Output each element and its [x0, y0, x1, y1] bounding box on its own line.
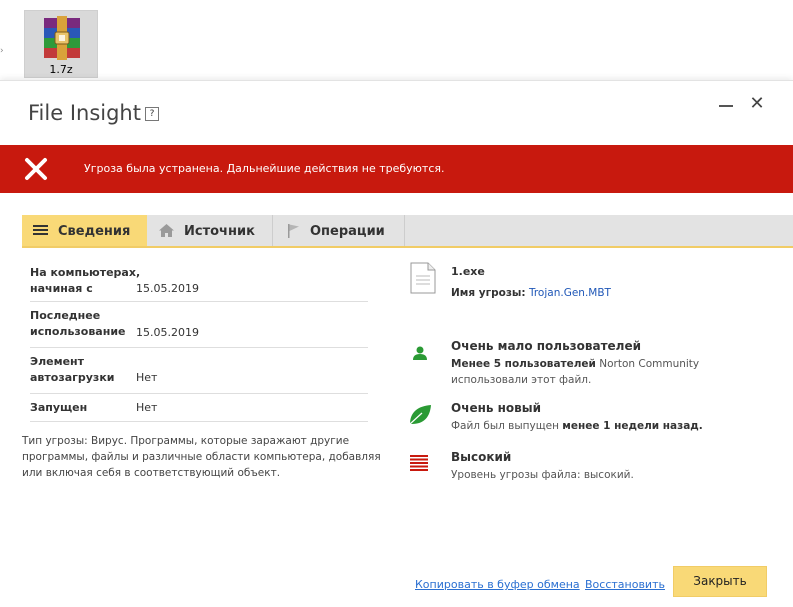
tab-details[interactable]: Сведения	[22, 215, 147, 246]
detail-row-launched: Запущен Нет	[30, 394, 368, 422]
tab-details-label: Сведения	[58, 224, 131, 239]
alert-message: Угроза была устранена. Дальнейшие действ…	[84, 162, 445, 175]
users-text: Менее 5 пользователей Norton Community и…	[451, 356, 699, 388]
detail-row-first-seen: На компьютерах, начиная с 15.05.2019	[30, 261, 368, 302]
detail-label: Запущен	[30, 401, 88, 414]
detail-label: Последнее использование	[30, 308, 126, 340]
threat-alert-banner: Угроза была устранена. Дальнейшие действ…	[0, 145, 793, 193]
detail-value: 15.05.2019	[136, 326, 199, 339]
desktop-area: › 1.7z	[0, 0, 793, 82]
document-icon	[410, 262, 436, 294]
users-suffix: использовали этот файл.	[451, 374, 592, 386]
dialog-title: File Insight	[28, 101, 141, 125]
chevron-right-icon: ›	[0, 46, 4, 56]
detail-label-line: автозагрузки	[30, 371, 115, 384]
tab-operations-label: Операции	[310, 224, 385, 239]
close-window-button[interactable]: ✕	[748, 95, 766, 113]
tab-source[interactable]: Источник	[147, 215, 272, 246]
file-name: 1.exe	[451, 265, 485, 278]
age-text: Файл был выпущен менее 1 недели назад.	[451, 418, 703, 434]
detail-label-line: На компьютерах,	[30, 266, 141, 279]
detail-value: Нет	[136, 401, 158, 414]
tab-bar: Сведения Источник Операции	[22, 215, 793, 248]
home-icon	[159, 224, 174, 237]
leaf-icon	[409, 405, 431, 425]
threat-name-link[interactable]: Trojan.Gen.MBT	[529, 287, 611, 299]
age-prefix: Файл был выпущен	[451, 420, 563, 432]
detail-label-line: начиная с	[30, 282, 93, 295]
detail-label: Элемент автозагрузки	[30, 354, 115, 386]
close-button[interactable]: Закрыть	[673, 566, 767, 597]
detail-label-line: Элемент	[30, 355, 85, 368]
detail-label-line: Последнее	[30, 309, 101, 322]
tab-separator	[404, 215, 405, 246]
detail-label: На компьютерах, начиная с	[30, 265, 140, 297]
detail-row-startup: Элемент автозагрузки Нет	[30, 348, 368, 394]
desktop-file-archive[interactable]: 1.7z	[24, 10, 98, 78]
users-community: Norton Community	[595, 358, 700, 370]
flag-icon	[288, 224, 299, 238]
threat-name-label: Имя угрозы:	[451, 287, 526, 299]
file-insight-dialog: File Insight ? ✕ Угроза была устранена. …	[0, 80, 793, 607]
list-icon	[33, 225, 48, 235]
users-title: Очень мало пользователей	[451, 339, 642, 353]
detail-label-line: использование	[30, 325, 126, 338]
risk-bars-icon	[410, 455, 428, 471]
close-x-icon	[25, 158, 47, 180]
threat-name-line: Имя угрозы: Trojan.Gen.MBT	[451, 285, 611, 301]
threat-description: Тип угрозы: Вирус. Программы, которые за…	[22, 435, 381, 479]
detail-row-last-used: Последнее использование 15.05.2019	[30, 302, 368, 348]
age-title: Очень новый	[451, 401, 542, 415]
winrar-archive-icon	[44, 16, 80, 60]
risk-text: Уровень угрозы файла: высокий.	[451, 469, 634, 481]
detail-value: Нет	[136, 371, 158, 384]
tab-operations[interactable]: Операции	[273, 215, 404, 246]
minimize-button[interactable]	[717, 96, 735, 114]
desktop-file-label: 1.7z	[49, 63, 73, 76]
tab-source-label: Источник	[184, 224, 255, 239]
help-button[interactable]: ?	[145, 107, 159, 121]
restore-link[interactable]: Восстановить	[585, 578, 665, 591]
copy-to-clipboard-link[interactable]: Копировать в буфер обмена	[415, 578, 580, 591]
age-value: менее 1 недели назад.	[562, 420, 703, 432]
risk-title: Высокий	[451, 450, 512, 464]
user-icon	[413, 346, 427, 360]
users-count: Менее 5 пользователей	[451, 358, 596, 370]
detail-value: 15.05.2019	[136, 282, 199, 295]
